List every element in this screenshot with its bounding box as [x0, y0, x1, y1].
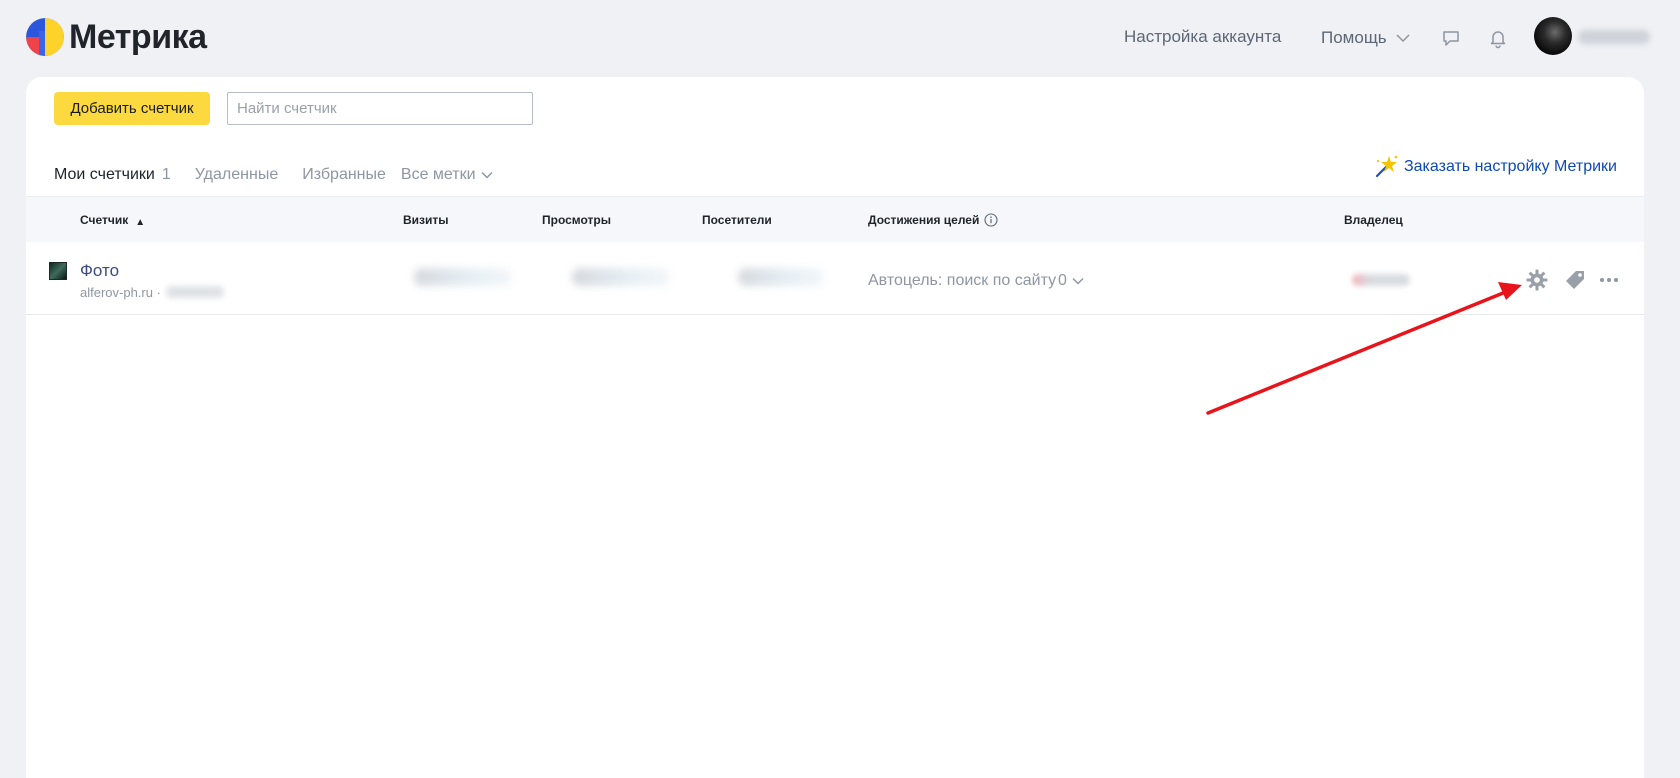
tab-my-counters[interactable]: Мои счетчики 1	[54, 155, 171, 205]
user-name-blurred[interactable]	[1578, 30, 1650, 44]
order-setup-link[interactable]: Заказать настройку Метрики	[1372, 152, 1617, 182]
bell-icon[interactable]	[1487, 27, 1509, 49]
column-views[interactable]: Просмотры	[542, 213, 611, 227]
header: Метрика Настройка аккаунта Помощь	[0, 0, 1680, 77]
tab-count-badge: 1	[161, 166, 171, 183]
column-label: Достижения целей	[868, 213, 980, 227]
more-icon[interactable]	[1597, 268, 1621, 292]
gear-icon[interactable]	[1525, 268, 1549, 292]
account-settings-link[interactable]: Настройка аккаунта	[1124, 27, 1281, 47]
tab-label: Мои счетчики	[54, 166, 155, 183]
add-counter-button[interactable]: Добавить счетчик	[54, 92, 210, 125]
column-visitors[interactable]: Посетители	[702, 213, 772, 227]
counter-name-link[interactable]: Фото	[80, 261, 119, 281]
tag-icon[interactable]	[1563, 268, 1587, 292]
chat-icon[interactable]	[1440, 27, 1462, 49]
counter-id-blurred	[166, 286, 224, 298]
tab-label: Удаленные	[194, 166, 279, 183]
table-header: Счетчик ▲ Визиты Просмотры Посетители До…	[26, 196, 1644, 242]
views-value-blurred	[572, 268, 670, 286]
logo[interactable]: Метрика	[26, 17, 207, 57]
table-row: Фото alferov-ph.ru · Автоцель: поиск по …	[26, 242, 1644, 315]
site-favicon-icon	[49, 262, 67, 280]
tab-label: Все метки	[400, 166, 476, 183]
column-owner[interactable]: Владелец	[1344, 213, 1403, 227]
help-label: Помощь	[1321, 28, 1387, 47]
chevron-down-icon	[481, 171, 493, 179]
goal-count-dropdown[interactable]: 0	[1058, 272, 1085, 290]
logo-text: Метрика	[69, 17, 207, 56]
column-label: Владелец	[1344, 213, 1403, 227]
tab-label: Избранные	[302, 166, 386, 183]
goal-count-value: 0	[1058, 272, 1067, 289]
column-label: Просмотры	[542, 213, 612, 227]
magic-wand-icon	[1375, 155, 1398, 178]
column-label: Визиты	[403, 213, 449, 227]
counter-site: alferov-ph.ru ·	[80, 285, 161, 300]
column-visits[interactable]: Визиты	[403, 213, 449, 227]
search-counter-input[interactable]	[227, 92, 533, 125]
tab-favorites[interactable]: Избранные	[302, 155, 386, 195]
counters-card: Добавить счетчик Мои счетчики 1 Удаленны…	[26, 77, 1644, 778]
column-label: Посетители	[702, 213, 772, 227]
info-icon[interactable]	[984, 213, 998, 227]
goal-name: Автоцель: поиск по сайту	[868, 272, 1057, 289]
help-menu[interactable]: Помощь	[1321, 26, 1411, 50]
chevron-down-icon	[1396, 34, 1410, 43]
metrika-logo-icon	[26, 18, 64, 56]
counter-tabs: Мои счетчики 1 Удаленные Избранные Все м…	[54, 155, 518, 205]
column-label: Счетчик	[80, 213, 129, 227]
order-setup-label: Заказать настройку Метрики	[1403, 158, 1617, 175]
column-counter[interactable]: Счетчик ▲	[80, 213, 146, 228]
avatar[interactable]	[1534, 17, 1572, 55]
owner-blurred	[1352, 274, 1410, 286]
tab-deleted[interactable]: Удаленные	[195, 155, 278, 195]
column-goals[interactable]: Достижения целей	[868, 213, 998, 227]
tab-all-labels-dropdown[interactable]: Все метки	[401, 155, 494, 195]
sort-ascending-icon: ▲	[135, 216, 146, 228]
visits-value-blurred	[414, 268, 512, 286]
chevron-down-icon	[1072, 277, 1084, 285]
visitors-value-blurred	[738, 268, 824, 286]
